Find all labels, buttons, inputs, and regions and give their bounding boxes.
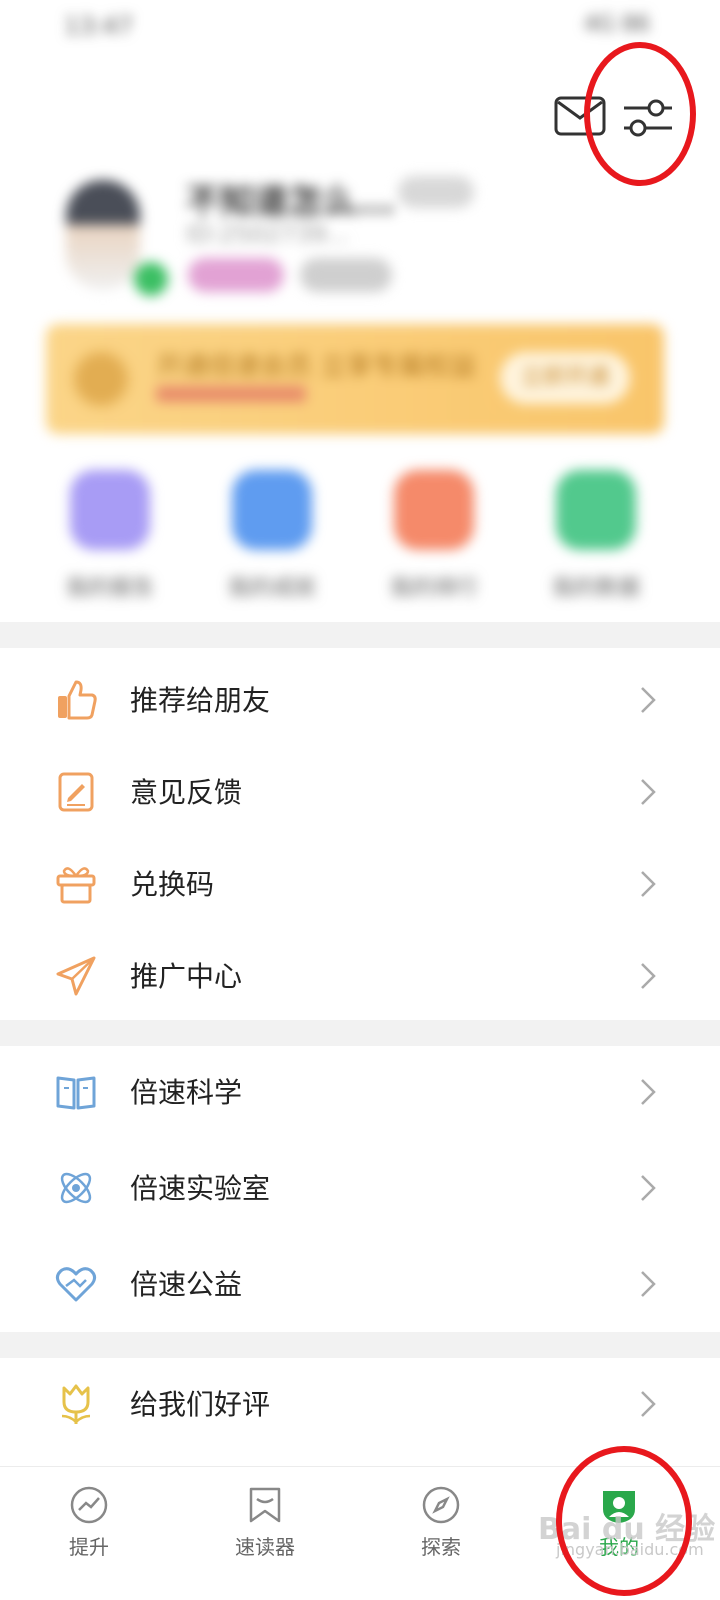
- ranking-icon: [394, 470, 474, 550]
- section-divider: [0, 1020, 720, 1046]
- chevron-right-icon: [641, 1391, 656, 1417]
- edit-note-icon: [54, 770, 98, 814]
- menu-label: 给我们好评: [130, 1388, 271, 1421]
- chevron-right-icon: [641, 1271, 656, 1297]
- chevron-right-icon: [641, 871, 656, 897]
- section-divider: [0, 1332, 720, 1358]
- avatar[interactable]: [66, 180, 140, 290]
- menu-item-speed-charity[interactable]: 倍速公益: [0, 1238, 720, 1330]
- menu-item-rate-us[interactable]: 给我们好评: [0, 1358, 720, 1450]
- menu-label: 意见反馈: [130, 776, 243, 809]
- avatar-badge: [134, 262, 168, 296]
- medal-tag: [300, 258, 392, 292]
- paper-plane-icon: [54, 954, 98, 998]
- nickname-tag: [398, 176, 474, 208]
- atom-icon: [54, 1166, 98, 1210]
- menu-label: 倍速实验室: [130, 1172, 271, 1205]
- menu-label: 倍速科学: [130, 1076, 243, 1109]
- highlight-ring-settings: [584, 42, 696, 186]
- menu-item-speed-science[interactable]: 倍速科学: [0, 1046, 720, 1138]
- status-indicators: 4G 86: [583, 12, 650, 37]
- report-icon: [70, 470, 150, 550]
- section-divider: [0, 622, 720, 648]
- chevron-right-icon: [641, 1079, 656, 1105]
- vip-banner[interactable]: 开通倍速会员 立享专属权益 立即开通: [46, 324, 664, 434]
- banner-subtext: [156, 386, 306, 402]
- status-bar: 13:47 4G 86: [0, 0, 720, 56]
- menu-label: 兑换码: [130, 868, 215, 901]
- thumbs-up-icon: [54, 678, 98, 722]
- crown-icon: [70, 348, 132, 410]
- tulip-icon: [54, 1382, 98, 1426]
- achievement-icon: [232, 470, 312, 550]
- banner-button[interactable]: 立即开通: [500, 352, 630, 404]
- chevron-right-icon: [641, 963, 656, 989]
- data-icon: [556, 470, 636, 550]
- nickname: 不知道怎么...: [186, 182, 395, 222]
- bookmark-icon: [245, 1485, 285, 1525]
- open-book-icon: [54, 1070, 98, 1114]
- chevron-right-icon: [641, 687, 656, 713]
- menu-label: 推荐给朋友: [130, 684, 271, 717]
- chevron-right-icon: [641, 1175, 656, 1201]
- nav-label: 探索: [421, 1535, 461, 1559]
- quick-entries: 我的报告 我的成就 我的排行 我的数据: [0, 470, 720, 610]
- nav-tab-explore[interactable]: 探索: [386, 1485, 496, 1560]
- level-tag: [188, 258, 284, 292]
- menu-item-promotion-center[interactable]: 推广中心: [0, 930, 720, 1022]
- menu-label: 推广中心: [130, 960, 243, 993]
- gift-icon: [54, 862, 98, 906]
- menu-item-speed-lab[interactable]: 倍速实验室: [0, 1142, 720, 1234]
- heart-icon: [54, 1262, 98, 1306]
- quick-entry-data[interactable]: 我的数据: [536, 470, 656, 610]
- compass-icon: [421, 1485, 461, 1525]
- menu-label: 倍速公益: [130, 1268, 243, 1301]
- quick-entry-ranking[interactable]: 我的排行: [374, 470, 494, 610]
- trend-icon: [69, 1485, 109, 1525]
- menu-item-recommend[interactable]: 推荐给朋友: [0, 654, 720, 746]
- user-id: ID:2502739...: [186, 220, 350, 248]
- status-time: 13:47: [64, 12, 134, 40]
- quick-entry-report[interactable]: 我的报告: [50, 470, 170, 610]
- quick-entry-label: 我的报告: [65, 576, 154, 601]
- nav-tab-improve[interactable]: 提升: [34, 1485, 144, 1560]
- quick-entry-label: 我的排行: [389, 576, 478, 601]
- nav-label: 速读器: [235, 1535, 295, 1559]
- quick-entry-label: 我的数据: [551, 576, 640, 601]
- menu-item-feedback[interactable]: 意见反馈: [0, 746, 720, 838]
- quick-entry-label: 我的成就: [227, 576, 316, 601]
- menu-item-redeem-code[interactable]: 兑换码: [0, 838, 720, 930]
- nav-tab-speed-reader[interactable]: 速读器: [210, 1485, 320, 1560]
- nav-label: 提升: [69, 1535, 109, 1559]
- banner-text: 开通倍速会员 立享专属权益: [156, 352, 477, 382]
- chevron-right-icon: [641, 779, 656, 805]
- quick-entry-achievement[interactable]: 我的成就: [212, 470, 332, 610]
- highlight-ring-mine-tab: [556, 1446, 692, 1596]
